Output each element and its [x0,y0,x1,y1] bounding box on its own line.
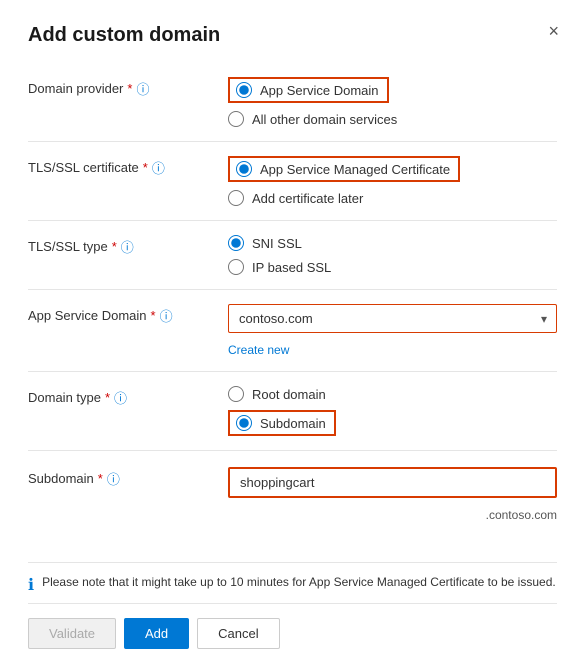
tls-cert-label: TLS/SSL certificate [28,160,139,175]
subdomain-suffix: .contoso.com [228,508,557,522]
radio-root-domain-label: Root domain [252,387,326,402]
tls-cert-controls: App Service Managed Certificate Add cert… [228,156,557,206]
domain-provider-label: Domain provider [28,81,123,96]
tls-type-required: * [112,239,117,254]
create-new-link[interactable]: Create new [228,343,557,357]
divider-5 [28,450,557,451]
radio-add-cert-later-label: Add certificate later [252,191,363,206]
subdomain-info-icon[interactable]: ⓘ [107,469,120,488]
radio-highlight-subdomain: Subdomain [228,410,336,436]
info-note: ℹ Please note that it might take up to 1… [28,562,557,603]
radio-ip-ssl-input[interactable] [228,259,244,275]
tls-type-info-icon[interactable]: ⓘ [121,237,134,256]
radio-subdomain[interactable]: Subdomain [228,410,557,436]
close-button[interactable]: × [542,20,565,42]
radio-all-other-domain-label: All other domain services [252,112,397,127]
tls-cert-info-icon[interactable]: ⓘ [152,158,165,177]
subdomain-row: Subdomain * ⓘ .contoso.com [28,457,557,532]
domain-type-label: Domain type [28,390,101,405]
radio-managed-cert-label: App Service Managed Certificate [260,162,450,177]
radio-all-other-domain[interactable]: All other domain services [228,111,557,127]
domain-provider-row: Domain provider * ⓘ App Service Domain A… [28,67,557,137]
subdomain-input[interactable] [228,467,557,498]
radio-sni-ssl-label: SNI SSL [252,236,302,251]
domain-provider-required: * [127,81,132,96]
subdomain-label: Subdomain [28,471,94,486]
info-note-icon: ℹ [28,575,34,595]
validate-button[interactable]: Validate [28,618,116,649]
radio-highlight-managed-cert: App Service Managed Certificate [228,156,460,182]
app-service-domain-label: App Service Domain [28,308,147,323]
radio-sni-ssl[interactable]: SNI SSL [228,235,557,251]
domain-provider-label-col: Domain provider * ⓘ [28,77,228,98]
domain-type-controls: Root domain Subdomain [228,386,557,436]
app-service-domain-required: * [151,308,156,323]
domain-type-required: * [105,390,110,405]
radio-add-cert-later-input[interactable] [228,190,244,206]
form-section: Domain provider * ⓘ App Service Domain A… [28,67,557,554]
tls-type-controls: SNI SSL IP based SSL [228,235,557,275]
domain-provider-controls: App Service Domain All other domain serv… [228,77,557,127]
subdomain-required: * [98,471,103,486]
info-note-text: Please note that it might take up to 10 … [42,575,556,589]
radio-root-domain[interactable]: Root domain [228,386,557,402]
app-service-domain-select[interactable]: contoso.com [228,304,557,333]
divider-3 [28,289,557,290]
domain-type-info-icon[interactable]: ⓘ [114,388,127,407]
divider-4 [28,371,557,372]
add-custom-domain-dialog: Add custom domain × Domain provider * ⓘ … [0,0,585,669]
app-service-domain-label-col: App Service Domain * ⓘ [28,304,228,325]
tls-type-label: TLS/SSL type [28,239,108,254]
domain-type-row: Domain type * ⓘ Root domain Subdomain [28,376,557,446]
add-button[interactable]: Add [124,618,189,649]
tls-cert-required: * [143,160,148,175]
subdomain-controls: .contoso.com [228,467,557,522]
radio-highlight-app-service-domain: App Service Domain [228,77,389,103]
tls-cert-row: TLS/SSL certificate * ⓘ App Service Mana… [28,146,557,216]
radio-managed-cert[interactable]: App Service Managed Certificate [228,156,557,182]
footer-buttons: Validate Add Cancel [28,603,557,649]
radio-ip-ssl-label: IP based SSL [252,260,331,275]
tls-type-label-col: TLS/SSL type * ⓘ [28,235,228,256]
app-service-domain-controls: contoso.com ▾ Create new [228,304,557,357]
tls-cert-label-col: TLS/SSL certificate * ⓘ [28,156,228,177]
radio-ip-ssl[interactable]: IP based SSL [228,259,557,275]
app-service-domain-info-icon[interactable]: ⓘ [160,306,173,325]
radio-managed-cert-input[interactable] [236,161,252,177]
app-service-domain-select-wrapper: contoso.com ▾ [228,304,557,333]
dialog-title: Add custom domain [28,24,557,47]
radio-all-other-domain-input[interactable] [228,111,244,127]
divider-1 [28,141,557,142]
cancel-button[interactable]: Cancel [197,618,279,649]
app-service-domain-row: App Service Domain * ⓘ contoso.com ▾ Cre… [28,294,557,367]
tls-type-row: TLS/SSL type * ⓘ SNI SSL IP based SSL [28,225,557,285]
radio-sni-ssl-input[interactable] [228,235,244,251]
radio-subdomain-input[interactable] [236,415,252,431]
radio-app-service-domain-label: App Service Domain [260,83,379,98]
radio-subdomain-label: Subdomain [260,416,326,431]
radio-app-service-domain[interactable]: App Service Domain [228,77,557,103]
domain-provider-info-icon[interactable]: ⓘ [136,79,149,98]
radio-add-cert-later[interactable]: Add certificate later [228,190,557,206]
radio-app-service-domain-input[interactable] [236,82,252,98]
divider-2 [28,220,557,221]
radio-root-domain-input[interactable] [228,386,244,402]
subdomain-label-col: Subdomain * ⓘ [28,467,228,488]
domain-type-label-col: Domain type * ⓘ [28,386,228,407]
